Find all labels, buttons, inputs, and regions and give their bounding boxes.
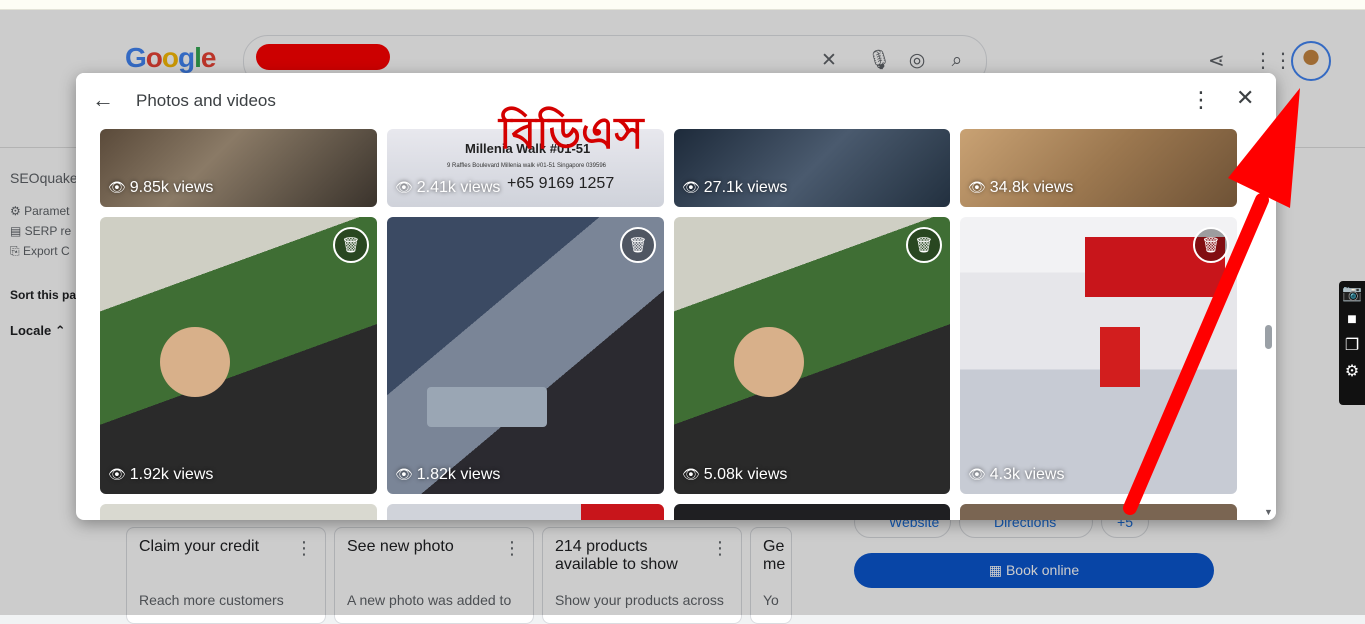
eye-icon: 👁: [682, 466, 700, 482]
dialog-header: ← Photos and videos ⋮ ✕: [76, 73, 1276, 129]
eye-icon: 👁: [968, 466, 986, 482]
back-arrow-icon[interactable]: ←: [92, 87, 114, 113]
eye-icon: 👁: [108, 466, 126, 482]
sign-phone: +65 9169 1257: [507, 175, 615, 192]
views-label: 👁 34.8k views: [968, 179, 1074, 196]
browser-top-strip: [0, 0, 1365, 10]
photo-tile[interactable]: [100, 504, 377, 520]
views-label: 👁 1.82k views: [395, 466, 501, 483]
delete-icon[interactable]: 🗑: [1193, 227, 1229, 263]
delete-icon[interactable]: 🗑: [906, 227, 942, 263]
photo-tile[interactable]: [960, 504, 1237, 520]
dialog-title: Photos and videos: [136, 91, 276, 110]
photo-person: [734, 327, 804, 397]
delete-icon[interactable]: 🗑: [333, 227, 369, 263]
photo-person: [160, 327, 230, 397]
eye-icon: 👁: [395, 179, 413, 195]
views-label: 👁 2.41k views: [395, 179, 501, 196]
photo-tile[interactable]: 🗑 👁 4.3k views: [960, 217, 1237, 494]
photo-sale-sign: [1100, 327, 1140, 387]
more-vert-icon[interactable]: ⋮: [1190, 87, 1212, 113]
eye-icon: 👁: [968, 179, 986, 195]
photo-tile[interactable]: [387, 504, 664, 520]
close-icon[interactable]: ✕: [1236, 85, 1254, 111]
extension-toolbar: 📷 ■ ❐ ⚙: [1339, 281, 1365, 405]
views-label: 👁 5.08k views: [682, 466, 788, 483]
views-label: 👁 9.85k views: [108, 179, 214, 196]
photo-tile[interactable]: 👁 27.1k views: [674, 129, 950, 207]
scrollbar-thumb[interactable]: [1265, 325, 1272, 349]
video-icon[interactable]: ■: [1339, 307, 1365, 333]
settings-icon[interactable]: ⚙: [1339, 359, 1365, 385]
views-label: 👁 27.1k views: [682, 179, 788, 196]
camera-icon[interactable]: 📷: [1339, 281, 1365, 307]
eye-icon: 👁: [395, 466, 413, 482]
delete-icon[interactable]: 🗑: [620, 227, 656, 263]
photo-tile[interactable]: [674, 504, 950, 520]
photo-workbench: [427, 387, 547, 427]
photo-tile[interactable]: 👁 34.8k views: [960, 129, 1237, 207]
scroll-down-icon[interactable]: ▼: [1264, 507, 1273, 517]
copy-icon[interactable]: ❐: [1339, 333, 1365, 359]
photo-tile[interactable]: 🗑 👁 5.08k views: [674, 217, 950, 494]
eye-icon: 👁: [682, 179, 700, 195]
photos-dialog: ← Photos and videos ⋮ ✕ 👁 9.85k views Mil…: [76, 73, 1276, 520]
bengali-overlay-text: বিডিএস: [499, 108, 644, 159]
photo-tile[interactable]: 🗑 👁 1.82k views: [387, 217, 664, 494]
photo-tile[interactable]: 🗑 👁 1.92k views: [100, 217, 377, 494]
views-label: 👁 1.92k views: [108, 466, 214, 483]
photo-tile[interactable]: 👁 9.85k views: [100, 129, 377, 207]
views-label: 👁 4.3k views: [968, 466, 1065, 483]
eye-icon: 👁: [108, 179, 126, 195]
